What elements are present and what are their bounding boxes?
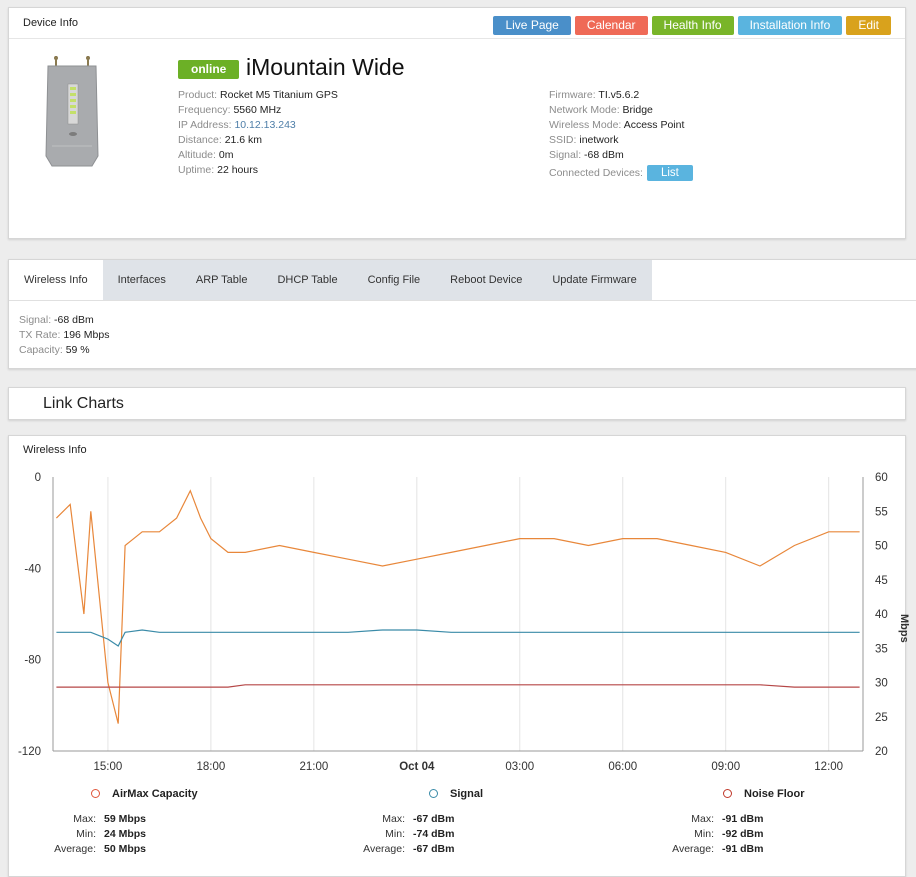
stat-label-max: Max: <box>382 813 405 825</box>
y-right-tick-label: 30 <box>875 678 888 690</box>
stat-airmax-max: 59 Mbps <box>104 813 147 825</box>
chart-panel: Wireless Info 15:00 18:00 21:00 Oct 04 03:00… <box>8 435 910 877</box>
x-tick-label: 06:00 <box>608 761 637 773</box>
stat-airmax-min: 24 Mbps <box>104 828 147 840</box>
y-right-tick-label: 45 <box>875 575 888 587</box>
y-right-tick-label: 20 <box>875 746 888 758</box>
y-right-tick-label: 55 <box>875 506 888 518</box>
y-right-tick-label: 40 <box>875 609 888 621</box>
link-chart: 15:00 18:00 21:00 Oct 04 03:00 06:00 09:00 12:0… <box>18 472 910 773</box>
stat-label-max: Max: <box>691 813 714 825</box>
stat-signal-min: -74 dBm <box>413 828 455 840</box>
legend-airmax[interactable]: AirMax Capacity <box>91 788 198 800</box>
stats-signal: Max: -67 dBm Min: -74 dBm Average: -67 dBm <box>350 812 454 857</box>
stat-signal-max: -67 dBm <box>413 813 455 825</box>
x-tick-label: 12:00 <box>814 761 843 773</box>
y-left-tick-label: -80 <box>24 655 41 667</box>
legend-airmax-label: AirMax Capacity <box>112 788 198 800</box>
y-right-axis-label: Mbps <box>898 614 910 643</box>
stats-noise: Max: -91 dBm Min: -92 dBm Average: -91 dBm <box>659 812 763 857</box>
y-right-tick-label: 50 <box>875 541 888 553</box>
legend-signal-label: Signal <box>450 788 484 800</box>
legend-noise-marker <box>723 788 732 798</box>
y-left-tick-label: 0 <box>35 472 41 484</box>
x-tick-label: 09:00 <box>711 761 740 773</box>
legend-signal[interactable]: Signal <box>429 788 483 800</box>
stat-noise-average: -91 dBm <box>722 843 764 855</box>
x-tick-label: 21:00 <box>299 761 328 773</box>
series-line-signal <box>56 629 860 647</box>
stat-label-average: Average: <box>363 843 405 855</box>
y-right-tick-label: 60 <box>875 472 888 484</box>
x-tick-label: Oct 04 <box>399 761 435 773</box>
legend-signal-marker <box>429 788 438 798</box>
stat-noise-min: -92 dBm <box>722 828 764 840</box>
x-tick-label: 18:00 <box>196 761 225 773</box>
stat-label-max: Max: <box>73 813 96 825</box>
legend-noise-label: Noise Floor <box>744 788 805 800</box>
stat-airmax-average: 50 Mbps <box>104 843 147 855</box>
x-tick-label: 15:00 <box>94 761 123 773</box>
stat-label-average: Average: <box>672 843 714 855</box>
y-right-tick-label: 35 <box>875 643 888 655</box>
series-line-airmax-capacity <box>55 489 860 724</box>
y-right-tick-label: 25 <box>875 712 888 724</box>
stat-label-min: Min: <box>694 828 714 840</box>
y-left-tick-label: -120 <box>18 746 41 758</box>
legend-airmax-marker <box>91 788 100 798</box>
stat-label-min: Min: <box>76 828 96 840</box>
legend-noise[interactable]: Noise Floor <box>723 788 805 800</box>
x-tick-label: 03:00 <box>505 761 534 773</box>
y-left-tick-label: -40 <box>24 563 41 575</box>
stats-airmax: Max: 59 Mbps Min: 24 Mbps Average: 50 Mbps <box>41 812 146 857</box>
stat-label-average: Average: <box>54 843 96 855</box>
stat-noise-max: -91 dBm <box>722 813 764 825</box>
series-line-noise-floor <box>56 684 860 688</box>
stat-signal-average: -67 dBm <box>413 843 455 855</box>
stat-label-min: Min: <box>385 828 405 840</box>
